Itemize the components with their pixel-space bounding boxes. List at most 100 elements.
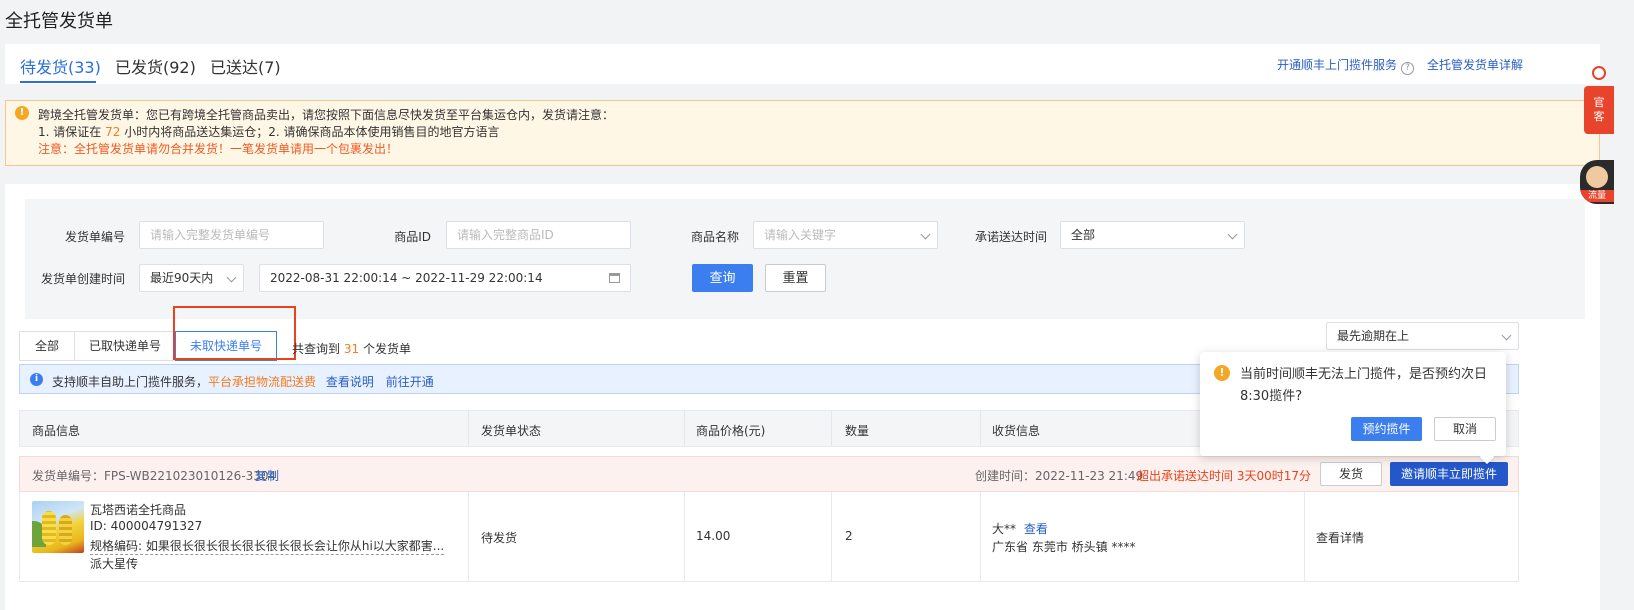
result-count-number: 31 xyxy=(343,342,360,356)
view-explanation-link[interactable]: 查看说明 xyxy=(326,375,374,389)
receiver-name-text: 大** xyxy=(992,522,1017,536)
sf-info-text: 支持顺丰自助上门揽件服务，平台承担物流配送费 查看说明 前往开通 xyxy=(52,373,434,390)
product-name-label: 商品名称 xyxy=(690,230,739,244)
tab-pending[interactable]: 待发货(33) xyxy=(20,54,101,78)
create-time-range-select[interactable]: 最近90天内 xyxy=(139,264,244,292)
notice-line-2-a: 1. 请保证在 xyxy=(38,125,102,139)
filter-panel: 发货单编号 请输入完整发货单编号 商品ID 请输入完整商品ID 商品名称 请输入… xyxy=(25,199,1585,319)
th-divider xyxy=(684,411,685,446)
overdue-text: 超出承诺送达时间 3天00时17分 xyxy=(1137,469,1311,483)
warning-icon: ! xyxy=(1214,365,1230,381)
cell-divider xyxy=(831,492,832,582)
order-created-time: 创建时间：2022-11-23 21:49 xyxy=(975,469,1144,483)
th-status: 发货单状态 xyxy=(481,424,542,438)
calendar-icon xyxy=(609,273,620,283)
chevron-down-icon xyxy=(1227,229,1238,240)
th-divider xyxy=(980,411,981,446)
tab-delivered[interactable]: 已送达(7) xyxy=(210,54,281,78)
result-count-prefix: 共查询到 xyxy=(292,342,341,356)
cell-divider xyxy=(980,492,981,582)
popover-cancel-button[interactable]: 取消 xyxy=(1434,417,1496,441)
product-spec: 规格编码: 如果很长很长很长很长很长很长会让你从hi以大家都害... xyxy=(90,539,445,555)
notice-line-2-b: 小时内将商品送达集运仓；2. 请确保商品本体使用销售目的地官方语言 xyxy=(124,125,500,139)
warning-icon: ! xyxy=(15,106,29,120)
th-divider xyxy=(468,411,469,446)
sf-service-link[interactable]: 开通顺丰上门揽件服务? xyxy=(1277,56,1415,75)
product-quantity: 2 xyxy=(845,529,853,543)
info-icon: i xyxy=(30,373,43,386)
result-count-suffix: 个发货单 xyxy=(362,342,411,356)
cell-divider xyxy=(684,492,685,582)
sort-select[interactable]: 最先逾期在上 xyxy=(1326,322,1519,350)
order-row: 瓦塔西诺全托商品 ID: 400004791327 规格编码: 如果很长很长很长… xyxy=(19,492,1519,582)
result-count: 共查询到 31 个发货单 xyxy=(292,340,411,357)
receiver-address: 广东省 东莞市 桥头镇 **** xyxy=(992,540,1136,554)
side-avatar[interactable]: 流量 xyxy=(1580,160,1614,204)
annotation-highlight-box xyxy=(173,306,296,360)
page-title: 全托管发货单 xyxy=(5,11,113,32)
chevron-down-icon xyxy=(920,229,931,240)
order-header-bar: 发货单编号：FPS-WB221023010126-3304 复制 创建时间：20… xyxy=(19,456,1519,492)
product-thumbnail[interactable] xyxy=(32,501,84,553)
invite-sf-pickup-button[interactable]: 邀请顺丰立即揽件 xyxy=(1390,462,1508,486)
cell-divider xyxy=(468,492,469,582)
order-status: 待发货 xyxy=(481,531,518,545)
product-name-placeholder: 请输入关键字 xyxy=(764,228,837,242)
promise-time-select[interactable]: 全部 xyxy=(1060,221,1245,249)
product-id-input[interactable]: 请输入完整商品ID xyxy=(446,221,631,249)
product-name-select[interactable]: 请输入关键字 xyxy=(753,221,938,249)
notice-line-1: 跨境全托管发货单：您已有跨境全托管商品卖出，请您按照下面信息尽快发货至平台集运仓… xyxy=(38,108,615,122)
shop-name: 派大星传 xyxy=(90,557,139,571)
reset-button[interactable]: 重置 xyxy=(765,264,826,292)
copy-order-link[interactable]: 复制 xyxy=(255,467,279,484)
reserve-pickup-button[interactable]: 预约揽件 xyxy=(1351,417,1422,441)
query-button[interactable]: 查询 xyxy=(692,264,753,292)
avatar-tag: 流量 xyxy=(1580,190,1614,202)
chevron-down-icon xyxy=(226,272,237,283)
fulfillment-detail-link[interactable]: 全托管发货单详解 xyxy=(1427,56,1523,73)
pickup-popover: ! 当前时间顺丰无法上门揽件，是否预约次日8:30揽件? 预约揽件 取消 xyxy=(1200,352,1506,465)
notice-line-2: 1. 请保证在 72 小时内将商品送达集运仓；2. 请确保商品本体使用销售目的地… xyxy=(38,123,499,140)
popover-message: 当前时间顺丰无法上门揽件，是否预约次日8:30揽件? xyxy=(1240,367,1488,404)
cell-divider xyxy=(1304,492,1305,582)
promise-time-value: 全部 xyxy=(1071,228,1096,242)
th-divider xyxy=(831,411,832,446)
side-service-tab[interactable]: 官 客 xyxy=(1584,86,1614,134)
view-detail-link[interactable]: 查看详情 xyxy=(1316,529,1364,546)
date-range-value: 2022-08-31 22:00:14 ~ 2022-11-29 22:00:1… xyxy=(270,271,543,285)
product-id-label: 商品ID xyxy=(394,230,431,244)
segment-with-tracking[interactable]: 已取快递单号 xyxy=(74,331,176,361)
ship-button[interactable]: 发货 xyxy=(1320,462,1382,486)
chevron-down-icon xyxy=(1501,330,1512,341)
th-quantity: 数量 xyxy=(845,424,870,438)
product-price: 14.00 xyxy=(696,529,731,543)
order-no-input[interactable]: 请输入完整发货单编号 xyxy=(139,221,324,249)
sf-service-link-label: 开通顺丰上门揽件服务 xyxy=(1277,58,1398,72)
view-receiver-link[interactable]: 查看 xyxy=(1024,522,1048,536)
avatar-face xyxy=(1586,166,1608,188)
segment-all[interactable]: 全部 xyxy=(19,331,75,361)
receiver-name: 大** 查看 xyxy=(992,520,1048,537)
date-range-picker[interactable]: 2022-08-31 22:00:14 ~ 2022-11-29 22:00:1… xyxy=(259,264,631,292)
create-time-range-value: 最近90天内 xyxy=(150,271,214,285)
help-icon[interactable]: ? xyxy=(1401,62,1415,75)
tab-shipped[interactable]: 已发货(92) xyxy=(115,54,196,78)
product-name-link[interactable]: 瓦塔西诺全托商品 xyxy=(90,501,186,518)
create-time-label: 发货单创建时间 xyxy=(40,272,125,286)
th-price: 商品价格(元) xyxy=(696,424,766,438)
order-number: 发货单编号：FPS-WB221023010126-3304 xyxy=(32,469,277,483)
tab-active-indicator xyxy=(20,81,96,83)
th-product-info: 商品信息 xyxy=(32,424,81,438)
thumbnail-corn xyxy=(59,515,72,545)
sort-value: 最先逾期在上 xyxy=(1337,329,1410,343)
promise-time-label: 承诺送达时间 xyxy=(974,230,1047,244)
side-bell-icon[interactable] xyxy=(1592,66,1606,80)
thumbnail-corn xyxy=(42,511,56,545)
sf-info-highlight: 平台承担物流配送费 xyxy=(208,375,317,389)
notice-banner: ! 跨境全托管发货单：您已有跨境全托管商品卖出，请您按照下面信息尽快发货至平台集… xyxy=(5,100,1600,166)
notice-line-3: 注意：全托管发货单请勿合并发货！一笔发货单请用一个包裹发出！ xyxy=(38,142,399,156)
go-activate-link[interactable]: 前往开通 xyxy=(386,375,434,389)
order-no-label: 发货单编号 xyxy=(64,230,125,244)
sf-info-main: 支持顺丰自助上门揽件服务， xyxy=(52,375,209,389)
product-id: ID: 400004791327 xyxy=(90,519,203,533)
